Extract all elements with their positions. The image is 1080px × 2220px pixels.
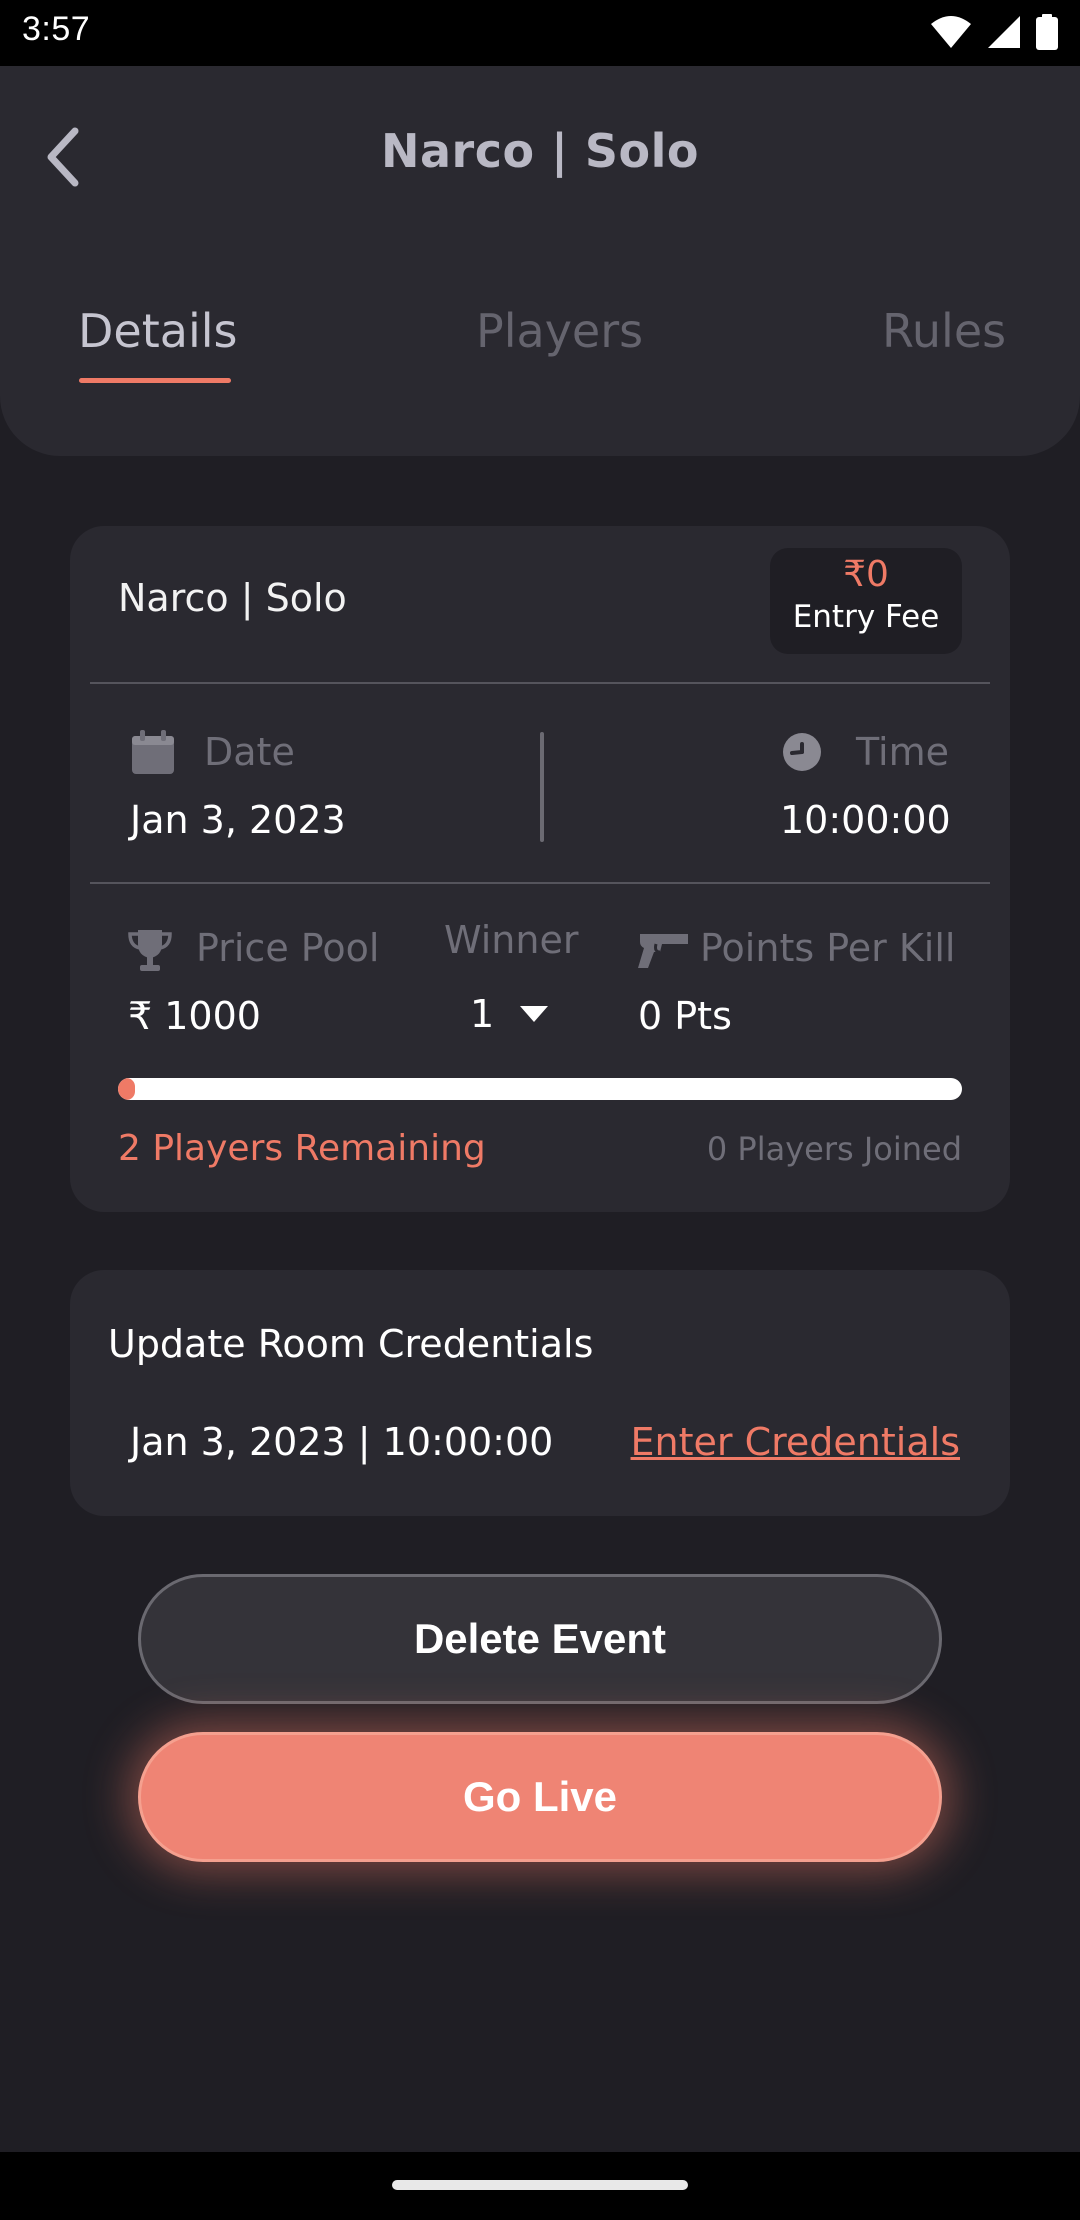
- tab-details[interactable]: Details: [78, 304, 237, 358]
- entry-fee-amount: ₹0: [843, 554, 889, 595]
- winner-dropdown[interactable]: 1: [470, 992, 549, 1036]
- prize-pool-value: ₹ 1000: [128, 994, 261, 1038]
- divider: [90, 682, 990, 684]
- page-title: Narco | Solo: [380, 124, 700, 178]
- tab-rules[interactable]: Rules: [882, 304, 1006, 358]
- enter-credentials-link[interactable]: Enter Credentials: [631, 1420, 960, 1464]
- wifi-icon: [931, 16, 971, 48]
- battery-icon: [1036, 14, 1058, 50]
- tab-players[interactable]: Players: [476, 304, 643, 358]
- points-per-kill-label: Points Per Kill: [700, 926, 956, 970]
- trophy-icon: [128, 930, 172, 971]
- entry-fee-label: Entry Fee: [792, 599, 940, 635]
- signal-icon: [988, 16, 1020, 48]
- event-card: Narco | Solo ₹0 Entry Fee Date Jan 3, 20…: [70, 526, 1010, 1212]
- vertical-divider: [540, 732, 544, 842]
- event-name: Narco | Solo: [118, 576, 347, 620]
- date-label: Date: [204, 730, 295, 774]
- time-label: Time: [856, 730, 949, 774]
- status-icons: [930, 14, 1058, 50]
- credentials-datetime: Jan 3, 2023 | 10:00:00: [130, 1420, 554, 1464]
- entry-fee-box: ₹0 Entry Fee: [770, 548, 962, 654]
- winner-value: 1: [470, 992, 495, 1036]
- status-time: 3:57: [22, 10, 91, 48]
- tab-active-underline: [79, 378, 231, 383]
- players-progress-bar: [118, 1078, 962, 1100]
- winner-label: Winner: [444, 918, 579, 962]
- players-remaining-text: 2 Players Remaining: [118, 1128, 486, 1169]
- divider: [90, 882, 990, 884]
- players-joined-text: 0 Players Joined: [706, 1130, 962, 1168]
- time-value: 10:00:00: [780, 798, 951, 842]
- status-bar: 3:57: [0, 0, 1080, 66]
- gun-icon: [638, 934, 688, 968]
- header: Narco | Solo Details Players Rules: [0, 66, 1080, 456]
- players-progress-fill: [118, 1078, 135, 1100]
- prize-pool-label: Price Pool: [196, 926, 380, 970]
- go-live-button[interactable]: Go Live: [138, 1732, 942, 1862]
- date-value: Jan 3, 2023: [130, 798, 346, 842]
- delete-event-button[interactable]: Delete Event: [138, 1574, 942, 1704]
- home-indicator[interactable]: [392, 2180, 688, 2190]
- points-per-kill-value: 0 Pts: [638, 994, 732, 1038]
- credentials-card: Update Room Credentials Jan 3, 2023 | 10…: [70, 1270, 1010, 1516]
- caret-down-icon: [520, 1006, 549, 1022]
- clock-icon: [783, 733, 821, 771]
- calendar-icon: [132, 730, 174, 774]
- credentials-title: Update Room Credentials: [108, 1322, 594, 1366]
